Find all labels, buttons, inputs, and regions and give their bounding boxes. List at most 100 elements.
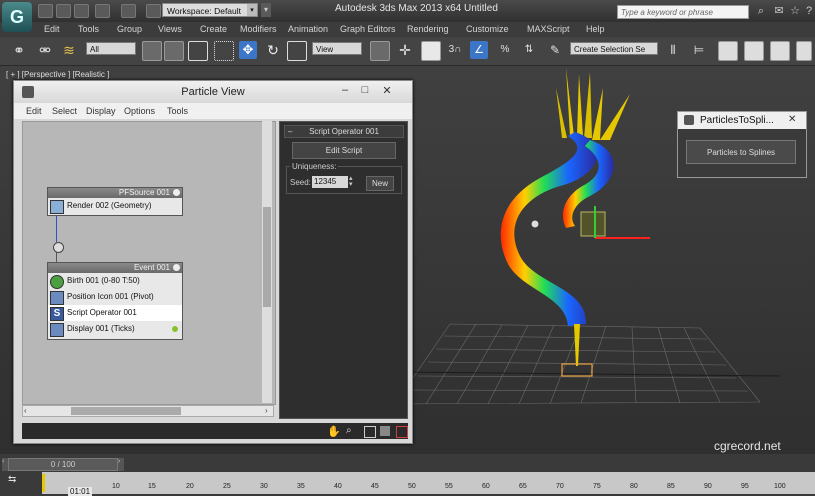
menu-help[interactable]: Help xyxy=(586,24,605,34)
window-crossing-icon[interactable] xyxy=(214,41,234,61)
canvas-horizontal-scrollbar[interactable]: ‹ › xyxy=(22,405,274,417)
seed-input[interactable]: 12345 xyxy=(312,176,348,188)
edit-script-button[interactable]: Edit Script xyxy=(292,142,396,159)
search-icon[interactable]: ⌕ xyxy=(754,4,768,18)
rollout-collapse-icon[interactable]: – xyxy=(288,126,292,137)
menu-tools[interactable]: Tools xyxy=(78,24,99,34)
maximize-icon[interactable]: □ xyxy=(358,84,372,96)
track-bar-ruler[interactable] xyxy=(42,472,815,494)
undo-icon[interactable] xyxy=(95,4,110,18)
select-by-name-icon[interactable] xyxy=(164,41,184,61)
app-logo-icon[interactable]: G xyxy=(2,2,32,32)
curve-editor-icon[interactable] xyxy=(770,41,790,61)
align-icon[interactable]: ⊨ xyxy=(690,41,708,59)
select-move-icon[interactable]: ✥ xyxy=(239,41,257,59)
schematic-view-icon[interactable] xyxy=(796,41,812,61)
minimize-icon[interactable]: – xyxy=(338,84,352,96)
close-icon[interactable]: ✕ xyxy=(380,84,394,97)
reference-coordinate-select[interactable]: View xyxy=(312,42,362,55)
display-color-swatch[interactable] xyxy=(172,326,178,332)
node-toggle-icon[interactable] xyxy=(173,264,180,271)
new-seed-button[interactable]: New xyxy=(366,176,394,191)
bind-space-warp-icon[interactable]: ≋ xyxy=(60,41,78,59)
mini-curve-editor-icon[interactable]: ⇆ xyxy=(8,474,16,485)
script-operator-row[interactable]: S Script Operator 001 xyxy=(48,305,182,321)
unlink-icon[interactable]: ⚮ xyxy=(36,41,54,59)
rollout-header[interactable]: – Script Operator 001 xyxy=(284,125,404,138)
pan-hand-icon[interactable]: ✋ xyxy=(327,425,341,438)
birth-operator-row[interactable]: Birth 001 (0-80 T:50) xyxy=(48,273,182,289)
mirror-icon[interactable]: ⫴ xyxy=(664,41,682,59)
zoom-icon[interactable]: ⌕ xyxy=(346,425,352,436)
menu-group[interactable]: Group xyxy=(117,24,142,34)
select-rotate-icon[interactable]: ↻ xyxy=(264,41,282,59)
event-node[interactable]: Event 001 Birth 001 (0-80 T:50) Position… xyxy=(47,262,183,340)
display-operator-row[interactable]: Display 001 (Ticks) xyxy=(48,321,182,337)
zoom-extents-icon[interactable] xyxy=(380,426,390,436)
select-manipulate-icon[interactable]: ✛ xyxy=(396,41,414,59)
scroll-right-icon[interactable]: › xyxy=(265,406,268,415)
workspace-select[interactable]: Workspace: Default ▾ xyxy=(162,3,258,17)
particles-to-splines-button[interactable]: Particles to Splines xyxy=(686,140,796,164)
menu-graph-editors[interactable]: Graph Editors xyxy=(340,24,396,34)
selection-filter-select[interactable]: All xyxy=(86,42,136,55)
pfsource-node-header[interactable]: PFSource 001 xyxy=(48,188,182,198)
rectangular-selection-icon[interactable] xyxy=(188,41,208,61)
render-operator-row[interactable]: Render 002 (Geometry) xyxy=(48,198,182,214)
horizontal-scroll-thumb[interactable] xyxy=(71,407,181,415)
vertical-scroll-thumb[interactable] xyxy=(263,207,271,307)
spinner-snap-icon[interactable]: ⇅ xyxy=(520,41,538,59)
menu-views[interactable]: Views xyxy=(158,24,182,34)
layer-manager-icon[interactable] xyxy=(718,41,738,61)
menu-rendering[interactable]: Rendering xyxy=(407,24,449,34)
menu-animation[interactable]: Animation xyxy=(288,24,328,34)
scroll-left-icon[interactable]: ‹ xyxy=(24,406,27,415)
help-icon[interactable]: ? xyxy=(802,4,815,18)
selected-object-box[interactable] xyxy=(580,211,606,237)
menu-maxscript[interactable]: MAXScript xyxy=(527,24,570,34)
new-file-icon[interactable] xyxy=(38,4,53,18)
quick-access-dropdown-icon[interactable]: ▾ xyxy=(261,3,271,17)
zoom-region-icon[interactable] xyxy=(364,426,376,438)
pv-menu-options[interactable]: Options xyxy=(124,106,155,116)
link-icon[interactable]: ⚭ xyxy=(10,41,28,59)
position-icon-row[interactable]: Position Icon 001 (Pivot) xyxy=(48,289,182,305)
menu-edit[interactable]: Edit xyxy=(44,24,60,34)
keyboard-shortcut-override-icon[interactable] xyxy=(421,41,441,61)
node-toggle-icon[interactable] xyxy=(173,189,180,196)
pivot-center-icon[interactable] xyxy=(370,41,390,61)
time-slider[interactable]: 0 / 100 xyxy=(8,458,118,471)
event-node-header[interactable]: Event 001 xyxy=(48,263,182,273)
menu-modifiers[interactable]: Modifiers xyxy=(240,24,277,34)
redo-icon[interactable] xyxy=(121,4,136,18)
time-cursor[interactable] xyxy=(42,474,45,492)
save-file-icon[interactable] xyxy=(74,4,89,18)
named-selection-sets-select[interactable]: Create Selection Se xyxy=(570,42,658,55)
pv-menu-display[interactable]: Display xyxy=(86,106,116,116)
menu-customize[interactable]: Customize xyxy=(466,24,509,34)
project-folder-icon[interactable] xyxy=(146,4,161,18)
select-scale-icon[interactable] xyxy=(287,41,307,61)
wire-output-socket[interactable] xyxy=(53,242,64,253)
seed-spinner-icon[interactable]: ▴ ▾ xyxy=(349,175,356,188)
time-prev-icon[interactable]: ‹ xyxy=(2,458,8,471)
pv-menu-edit[interactable]: Edit xyxy=(26,106,42,116)
pv-menu-tools[interactable]: Tools xyxy=(167,106,188,116)
subscription-icon[interactable]: ✉ xyxy=(772,4,786,18)
graphite-tools-icon[interactable] xyxy=(744,41,764,61)
open-file-icon[interactable] xyxy=(56,4,71,18)
dialog-close-icon[interactable]: ✕ xyxy=(788,114,796,125)
canvas-vertical-scrollbar[interactable] xyxy=(262,121,272,403)
time-next-icon[interactable]: › xyxy=(118,458,124,471)
pv-menu-select[interactable]: Select xyxy=(52,106,77,116)
no-zoom-icon[interactable] xyxy=(396,426,408,438)
snaps-toggle-icon[interactable]: 3∩ xyxy=(446,41,464,59)
percent-snap-icon[interactable]: % xyxy=(496,41,514,59)
search-input[interactable]: Type a keyword or phrase xyxy=(617,5,749,19)
edit-named-selection-icon[interactable]: ✎ xyxy=(546,41,564,59)
particle-view-titlebar[interactable]: Particle View – □ ✕ xyxy=(14,81,412,103)
menu-create[interactable]: Create xyxy=(200,24,227,34)
pfsource-node[interactable]: PFSource 001 Render 002 (Geometry) xyxy=(47,187,183,216)
particles-to-splines-titlebar[interactable]: ParticlesToSpli... ✕ xyxy=(678,112,806,129)
favorites-icon[interactable]: ☆ xyxy=(788,4,802,18)
